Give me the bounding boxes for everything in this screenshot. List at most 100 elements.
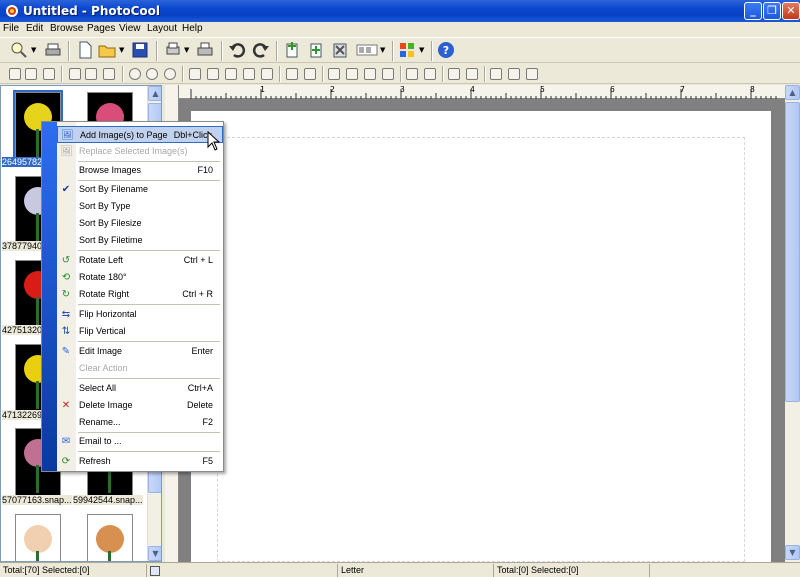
align-tool-icon[interactable] bbox=[364, 68, 376, 80]
context-menu-brand-strip: PhotoCool 1.55 bbox=[42, 122, 84, 471]
page-scroll-up-button[interactable]: ▲ bbox=[785, 85, 800, 100]
page-scroll-down-button[interactable]: ▼ bbox=[785, 545, 800, 560]
thumbnail-image[interactable] bbox=[87, 514, 133, 561]
menu-pages[interactable]: Pages bbox=[87, 22, 115, 36]
menu-item-sort-by-filename[interactable]: ✔ Sort By Filename bbox=[57, 181, 223, 198]
image-tool-icon[interactable] bbox=[85, 68, 97, 80]
size-tool-icon[interactable] bbox=[448, 68, 460, 80]
new-document-icon[interactable] bbox=[76, 41, 94, 59]
layout-toolbar bbox=[0, 64, 800, 84]
scanner-icon[interactable] bbox=[44, 41, 62, 59]
menu-item-sort-by-filetime[interactable]: Sort By Filetime bbox=[57, 232, 223, 249]
menu-item-add-image-s-to-page[interactable]: 🖼 Add Image(s) to Page Dbl+Click bbox=[57, 126, 223, 143]
redo-icon[interactable] bbox=[252, 41, 270, 59]
space-tool-icon[interactable] bbox=[490, 68, 502, 80]
menu-item-sort-by-type[interactable]: Sort By Type bbox=[57, 198, 223, 215]
image-tool-icon[interactable] bbox=[103, 68, 115, 80]
menu-item-refresh[interactable]: ⟳ Refresh F5 bbox=[57, 453, 223, 470]
print-preview-icon[interactable] bbox=[164, 41, 182, 59]
page-sheet[interactable] bbox=[191, 111, 771, 562]
rotate-tool-icon[interactable] bbox=[164, 68, 176, 80]
arrange-tool-icon[interactable] bbox=[189, 68, 201, 80]
frame-tool-icon[interactable] bbox=[286, 68, 298, 80]
arrange-tool-icon[interactable] bbox=[207, 68, 219, 80]
thumbnail-image[interactable] bbox=[15, 514, 61, 561]
layout-tool-icon[interactable] bbox=[25, 68, 37, 80]
page-scrollbar[interactable]: ▲ ▼ bbox=[785, 85, 800, 562]
center-tool-icon[interactable] bbox=[424, 68, 436, 80]
thumbnail-label[interactable]: 42751320 bbox=[2, 325, 43, 335]
menu-edit[interactable]: Edit bbox=[26, 22, 43, 36]
menu-item-flip-horizontal[interactable]: ⇆ Flip Horizontal bbox=[57, 306, 223, 323]
zoom-icon[interactable] bbox=[10, 41, 28, 59]
arrange-tool-icon[interactable] bbox=[243, 68, 255, 80]
menu-item-edit-image[interactable]: ✎ Edit Image Enter bbox=[57, 343, 223, 360]
menu-item-email-to[interactable]: ✉ Email to ... bbox=[57, 433, 223, 450]
scroll-up-button[interactable]: ▲ bbox=[148, 86, 161, 101]
zoom-dropdown-icon[interactable]: ▼ bbox=[31, 46, 36, 54]
arrange-tool-icon[interactable] bbox=[261, 68, 273, 80]
menu-item-delete-image[interactable]: ✕ Delete Image Delete bbox=[57, 397, 223, 414]
windows-logo-icon[interactable] bbox=[398, 41, 416, 59]
space-tool-icon[interactable] bbox=[526, 68, 538, 80]
frame-tool-icon[interactable] bbox=[304, 68, 316, 80]
restore-button[interactable]: ❐ bbox=[763, 2, 781, 20]
thumbnail-label[interactable]: 37877940 bbox=[2, 241, 43, 251]
size-tool-icon[interactable] bbox=[466, 68, 478, 80]
menu-item-rename[interactable]: Rename... F2 bbox=[57, 414, 223, 431]
page-layout-icon[interactable] bbox=[356, 41, 378, 59]
align-tool-icon[interactable] bbox=[328, 68, 340, 80]
align-tool-icon[interactable] bbox=[346, 68, 358, 80]
menu-item-rotate-right[interactable]: ↻ Rotate Right Ctrl + R bbox=[57, 286, 223, 303]
minimize-button[interactable]: _ bbox=[744, 2, 762, 20]
menu-item-shortcut: F2 bbox=[202, 417, 213, 427]
menu-help[interactable]: Help bbox=[182, 22, 203, 36]
thumbnail-label[interactable]: 59942544.snap... bbox=[73, 495, 143, 505]
menu-item-replace-selected-image-s: 🖼 Replace Selected Image(s) bbox=[57, 143, 223, 160]
rotate-tool-icon[interactable] bbox=[146, 68, 158, 80]
menu-browse[interactable]: Browse bbox=[50, 22, 83, 36]
page-scroll-thumb[interactable] bbox=[785, 102, 800, 402]
menu-item-rotate-left[interactable]: ↺ Rotate Left Ctrl + L bbox=[57, 252, 223, 269]
space-tool-icon[interactable] bbox=[508, 68, 520, 80]
layout-tool-icon[interactable] bbox=[43, 68, 55, 80]
layout-dropdown-icon[interactable]: ▼ bbox=[380, 46, 385, 54]
help-icon[interactable]: ? bbox=[437, 41, 455, 59]
windows-dropdown-icon[interactable]: ▼ bbox=[419, 46, 424, 54]
save-icon[interactable] bbox=[131, 41, 149, 59]
insert-page-icon[interactable] bbox=[307, 41, 325, 59]
menu-layout[interactable]: Layout bbox=[147, 22, 177, 36]
menu-item-browse-images[interactable]: Browse Images F10 bbox=[57, 162, 223, 179]
menu-view[interactable]: View bbox=[119, 22, 141, 36]
menu-item-select-all[interactable]: Select All Ctrl+A bbox=[57, 380, 223, 397]
add-page-icon[interactable] bbox=[283, 41, 301, 59]
menu-item-label: Browse Images bbox=[79, 165, 142, 175]
undo-icon[interactable] bbox=[228, 41, 246, 59]
delete-page-icon[interactable] bbox=[331, 41, 349, 59]
menu-file[interactable]: File bbox=[3, 22, 19, 36]
center-tool-icon[interactable] bbox=[406, 68, 418, 80]
rotate-tool-icon[interactable] bbox=[129, 68, 141, 80]
menu-item-rotate-180[interactable]: ⟲ Rotate 180° bbox=[57, 269, 223, 286]
menu-item-flip-vertical[interactable]: ⇅ Flip Vertical bbox=[57, 323, 223, 340]
image-tool-icon[interactable] bbox=[69, 68, 81, 80]
open-dropdown-icon[interactable]: ▼ bbox=[119, 46, 124, 54]
align-tool-icon[interactable] bbox=[382, 68, 394, 80]
menu-item-sort-by-filesize[interactable]: Sort By Filesize bbox=[57, 215, 223, 232]
menu-item-label: Add Image(s) to Page bbox=[80, 130, 168, 140]
menu-item-shortcut: Delete bbox=[186, 400, 213, 410]
page-canvas-area[interactable]: 1 2 3 4 5 6 7 8 ▲ ▼ bbox=[165, 85, 800, 562]
email-icon: ✉ bbox=[61, 436, 71, 447]
thumbnail-label[interactable]: 47132269 bbox=[2, 410, 43, 420]
close-button[interactable]: ✕ bbox=[782, 2, 800, 20]
print-icon[interactable] bbox=[196, 41, 214, 59]
ruler-number: 7 bbox=[680, 85, 685, 94]
layout-tool-icon[interactable] bbox=[9, 68, 21, 80]
scroll-down-button[interactable]: ▼ bbox=[148, 546, 161, 561]
thumbnail-label[interactable]: 57077163.snap... bbox=[2, 495, 72, 505]
open-folder-icon[interactable] bbox=[98, 41, 116, 59]
arrange-tool-icon[interactable] bbox=[225, 68, 237, 80]
print-dropdown-icon[interactable]: ▼ bbox=[184, 46, 189, 54]
thumbnail-label[interactable]: 26495782 bbox=[2, 157, 43, 167]
toolbar-separator bbox=[182, 66, 184, 82]
